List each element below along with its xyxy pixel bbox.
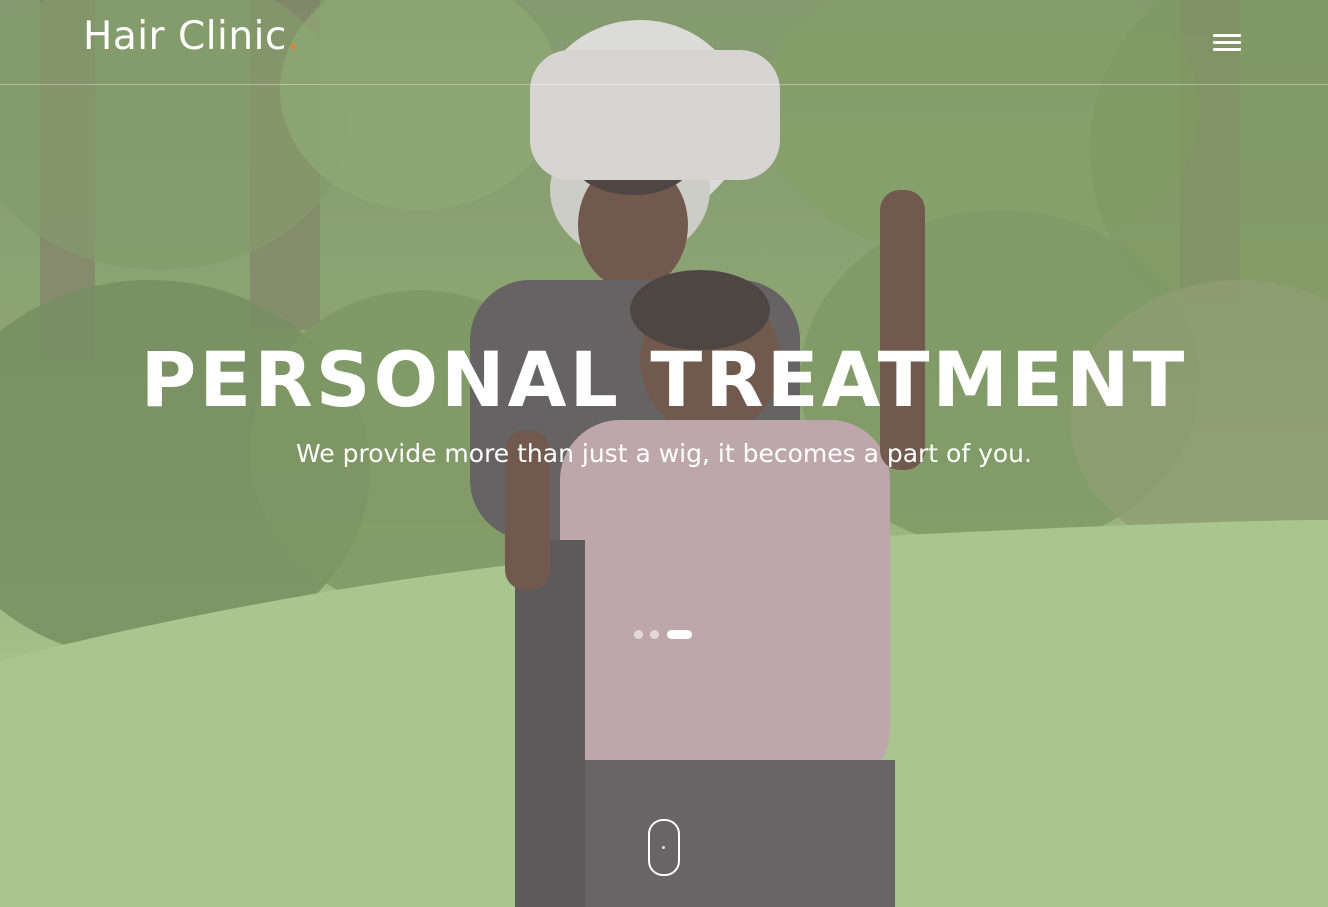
mouse-scroll-icon[interactable] <box>648 819 680 876</box>
hero-title: PERSONAL TREATMENT <box>140 335 1188 424</box>
menu-line <box>1213 48 1241 51</box>
slider-dot-3-active[interactable] <box>667 630 692 639</box>
logo-accent-dot: . <box>286 14 300 59</box>
scroll-wheel-indicator <box>662 846 665 849</box>
slider-dot-2[interactable] <box>650 630 659 639</box>
hero-subtitle: We provide more than just a wig, it beco… <box>296 439 1032 468</box>
menu-line <box>1213 41 1241 44</box>
logo-text[interactable]: Hair Clinic <box>83 14 287 59</box>
slider-dot-1[interactable] <box>634 630 643 639</box>
top-navigation-bar: Hair Clinic. <box>0 0 1328 85</box>
site-logo[interactable]: Hair Clinic. <box>83 14 300 59</box>
menu-line <box>1213 34 1241 37</box>
hamburger-menu-icon[interactable] <box>1212 31 1242 55</box>
